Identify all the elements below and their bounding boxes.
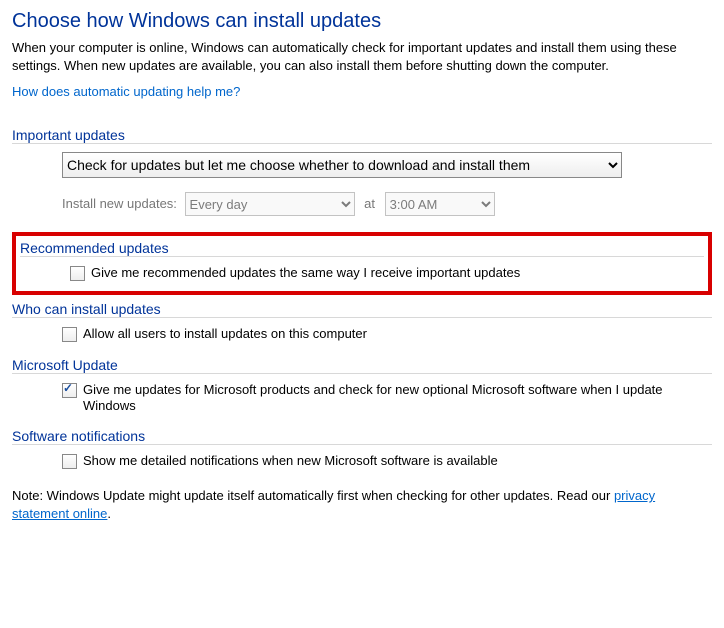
allow-all-users-label: Allow all users to install updates on th…	[83, 326, 712, 342]
page-description: When your computer is online, Windows ca…	[12, 39, 712, 74]
allow-all-users-checkbox[interactable]	[62, 327, 77, 342]
schedule-label: Install new updates:	[62, 196, 177, 211]
recommended-highlight: Recommended updates Give me recommended …	[12, 232, 712, 295]
section-recommended-updates: Recommended updates	[20, 240, 704, 257]
schedule-row: Install new updates: Every day at 3:00 A…	[62, 192, 712, 216]
footer-note: Note: Windows Update might update itself…	[12, 487, 712, 522]
section-important-updates: Important updates	[12, 127, 712, 144]
section-who-can-install: Who can install updates	[12, 301, 712, 318]
page-title: Choose how Windows can install updates	[12, 10, 712, 33]
recommended-checkbox[interactable]	[70, 266, 85, 281]
notifications-checkbox[interactable]	[62, 454, 77, 469]
help-link[interactable]: How does automatic updating help me?	[12, 84, 240, 99]
recommended-checkbox-label: Give me recommended updates the same way…	[91, 265, 708, 281]
important-updates-select[interactable]: Check for updates but let me choose whet…	[62, 152, 622, 178]
section-software-notifications: Software notifications	[12, 428, 712, 445]
schedule-day-select[interactable]: Every day	[185, 192, 355, 216]
note-suffix: .	[107, 506, 111, 521]
section-microsoft-update: Microsoft Update	[12, 357, 712, 374]
microsoft-update-label: Give me updates for Microsoft products a…	[83, 382, 712, 415]
at-label: at	[364, 196, 375, 211]
notifications-label: Show me detailed notifications when new …	[83, 453, 712, 469]
schedule-time-select[interactable]: 3:00 AM	[385, 192, 495, 216]
note-prefix: Note: Windows Update might update itself…	[12, 488, 614, 503]
microsoft-update-checkbox[interactable]	[62, 383, 77, 398]
